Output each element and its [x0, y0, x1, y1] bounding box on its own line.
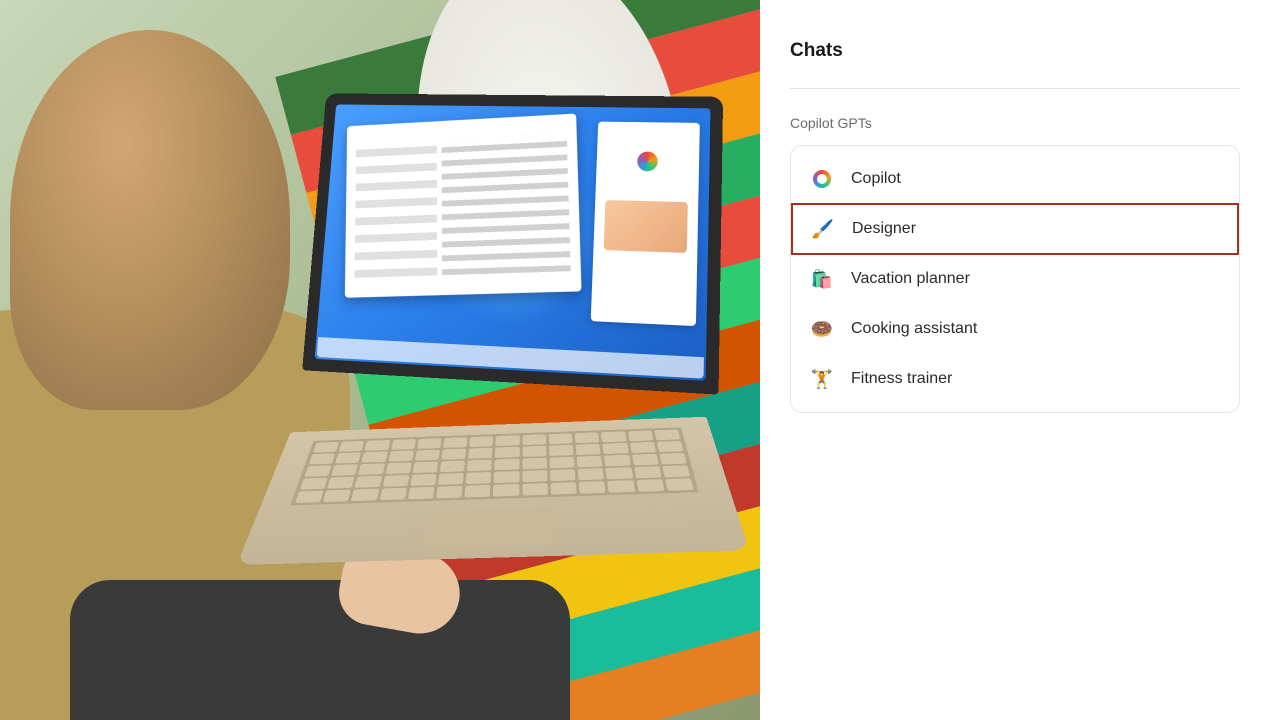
app-window — [345, 113, 582, 297]
gpt-item-vacation-planner[interactable]: 🛍️ Vacation planner — [791, 254, 1239, 304]
taskbar — [317, 337, 704, 379]
fitness-icon: 🏋️ — [811, 368, 833, 390]
gpt-item-fitness-trainer[interactable]: 🏋️ Fitness trainer — [791, 354, 1239, 404]
gpt-item-label: Cooking assistant — [851, 320, 977, 338]
trackpad — [424, 509, 556, 549]
gpt-item-label: Vacation planner — [851, 270, 970, 288]
gpt-item-copilot[interactable]: Copilot — [791, 154, 1239, 204]
gpt-item-designer[interactable]: 🖌️ Designer — [792, 204, 1238, 254]
cooking-icon: 🍩 — [811, 318, 833, 340]
gpt-list: Copilot 🖌️ Designer 🛍️ Vacation planner … — [790, 145, 1240, 413]
gpt-item-cooking-assistant[interactable]: 🍩 Cooking assistant — [791, 304, 1239, 354]
gpt-item-label: Designer — [852, 220, 916, 238]
copilot-icon — [811, 168, 833, 190]
section-label: Copilot GPTs — [790, 115, 1240, 131]
chats-title: Chats — [790, 40, 1240, 62]
lifestyle-photo — [0, 0, 760, 720]
gpt-item-label: Fitness trainer — [851, 370, 952, 388]
vacation-icon: 🛍️ — [811, 268, 833, 290]
keyboard — [290, 427, 698, 505]
designer-icon: 🖌️ — [812, 218, 834, 240]
gpt-item-label: Copilot — [851, 170, 901, 188]
divider — [790, 88, 1240, 89]
chats-panel: Chats Copilot GPTs Copilot 🖌️ Designer 🛍… — [760, 0, 1280, 720]
copilot-sidebar — [591, 122, 700, 327]
laptop — [287, 79, 733, 600]
